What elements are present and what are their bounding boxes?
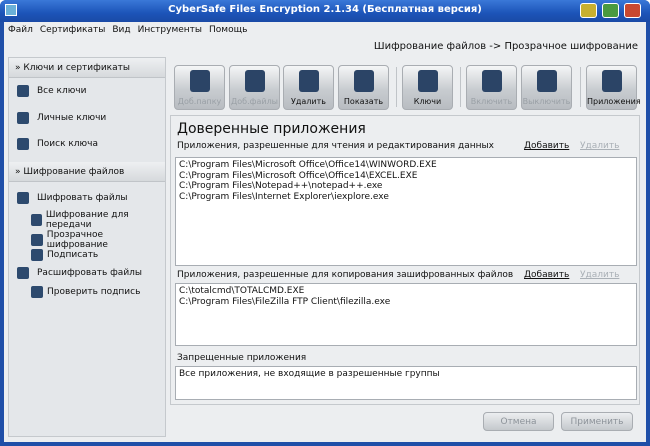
toolbar-separator xyxy=(580,67,581,107)
group3-list[interactable]: Все приложения, не входящие в разрешенны… xyxy=(175,366,637,400)
trusted-apps-panel: Доверенные приложения Приложения, разреш… xyxy=(170,115,640,405)
menu-bar: Файл Сертификаты Вид Инструменты Помощь xyxy=(8,25,247,35)
app-window: CyberSafe Files Encryption 2.1.34 (Беспл… xyxy=(0,0,650,446)
enable-button[interactable]: Включить xyxy=(466,65,517,110)
label: Личные ключи xyxy=(37,113,107,123)
menu-certificates[interactable]: Сертификаты xyxy=(40,25,105,35)
label: Доб.папку xyxy=(177,97,222,106)
group2-list[interactable]: C:\totalcmd\TOTALCMD.EXE C:\Program File… xyxy=(175,283,637,346)
toolbar-separator xyxy=(460,67,461,107)
label: Приложения xyxy=(587,97,641,106)
label: Ключи xyxy=(413,97,442,106)
group2-add-link[interactable]: Добавить xyxy=(524,270,569,280)
sidebar-item-decrypt-files[interactable]: Расшифровать файлы xyxy=(17,267,142,279)
sidebar-item-personal-keys[interactable]: Личные ключи xyxy=(17,112,106,124)
label: Включить xyxy=(470,97,513,106)
lock-icon xyxy=(482,70,502,92)
label: Проверить подпись xyxy=(47,287,141,297)
sidebar-item-all-keys[interactable]: Все ключи xyxy=(17,85,86,97)
list-item[interactable]: Все приложения, не входящие в разрешенны… xyxy=(179,369,633,380)
label: Шифровать файлы xyxy=(37,193,128,203)
menu-view[interactable]: Вид xyxy=(112,25,130,35)
client-area: Файл Сертификаты Вид Инструменты Помощь … xyxy=(4,22,646,442)
list-item[interactable]: C:\Program Files\Microsoft Office\Office… xyxy=(179,171,633,182)
title-bar: CyberSafe Files Encryption 2.1.34 (Беспл… xyxy=(0,0,650,22)
decrypt-icon xyxy=(17,267,29,279)
maximize-button[interactable] xyxy=(602,3,619,18)
add-files-button[interactable]: Доб.файлы xyxy=(229,65,280,110)
unlock-icon xyxy=(537,70,557,92)
list-item[interactable]: C:\totalcmd\TOTALCMD.EXE xyxy=(179,286,633,297)
list-item[interactable]: C:\Program Files\Microsoft Office\Office… xyxy=(179,160,633,171)
section-title: Ключи и сертификаты xyxy=(23,63,130,73)
breadcrumb: Шифрование файлов -> Прозрачное шифрован… xyxy=(373,41,638,52)
disable-button[interactable]: Выключить xyxy=(521,65,572,110)
verify-icon xyxy=(31,286,43,298)
group1-remove-link[interactable]: Удалить xyxy=(580,141,619,151)
sidebar-item-transparent-encryption[interactable]: Прозрачное шифрование xyxy=(31,230,165,250)
group2-remove-link[interactable]: Удалить xyxy=(580,270,619,280)
sidebar-item-sign[interactable]: Подписать xyxy=(31,249,98,261)
sidebar-item-encrypt-files[interactable]: Шифровать файлы xyxy=(17,192,128,204)
transfer-icon xyxy=(31,214,42,226)
label: Шифрование для передачи xyxy=(45,210,129,230)
sidebar: » Ключи и сертификаты Все ключи Личные к… xyxy=(8,57,166,437)
label: Показать xyxy=(343,97,384,106)
label: Прозрачное шифрование xyxy=(46,230,108,250)
label: Все ключи xyxy=(37,86,87,96)
list-item[interactable]: C:\Program Files\Notepad++\notepad++.exe xyxy=(179,181,633,192)
page-title: Доверенные приложения xyxy=(177,121,366,137)
label: Удалить xyxy=(291,97,326,106)
group1-label: Приложения, разрешенные для чтения и ред… xyxy=(177,141,494,151)
find-key-icon xyxy=(17,138,29,150)
window-title: CyberSafe Files Encryption 2.1.34 (Беспл… xyxy=(168,4,482,15)
apply-button[interactable]: Применить xyxy=(561,412,633,431)
folder-add-icon xyxy=(190,70,210,92)
key-icon xyxy=(17,85,29,97)
cancel-button[interactable]: Отмена xyxy=(483,412,554,431)
menu-help[interactable]: Помощь xyxy=(209,25,247,35)
minimize-button[interactable] xyxy=(580,3,597,18)
sidebar-section-encryption[interactable]: » Шифрование файлов xyxy=(9,162,165,182)
sidebar-item-find-key[interactable]: Поиск ключа xyxy=(17,138,98,150)
trash-icon xyxy=(299,70,319,92)
list-item[interactable]: C:\Program Files\Internet Explorer\iexpl… xyxy=(179,192,633,203)
label: Выключить xyxy=(522,97,571,106)
personal-key-icon xyxy=(17,112,29,124)
applications-button[interactable]: Приложения xyxy=(586,65,641,110)
sidebar-section-keys[interactable]: » Ключи и сертификаты xyxy=(9,58,165,78)
encrypt-icon xyxy=(17,192,29,204)
toolbar-separator xyxy=(396,67,397,107)
search-file-icon xyxy=(354,70,374,92)
group1-list[interactable]: C:\Program Files\Microsoft Office\Office… xyxy=(175,157,637,266)
key-add-icon xyxy=(418,70,438,92)
add-folder-button[interactable]: Доб.папку xyxy=(174,65,225,110)
keys-button[interactable]: Ключи xyxy=(402,65,453,110)
transparent-icon xyxy=(31,234,43,246)
label: Поиск ключа xyxy=(37,139,98,149)
sign-icon xyxy=(31,249,43,261)
sidebar-item-transfer-encryption[interactable]: Шифрование для передачи xyxy=(31,210,165,230)
group2-label: Приложения, разрешенные для копирования … xyxy=(177,270,514,280)
menu-file[interactable]: Файл xyxy=(8,25,33,35)
group3-label: Запрещенные приложения xyxy=(177,353,307,363)
files-add-icon xyxy=(245,70,265,92)
label: Доб.файлы xyxy=(231,97,278,106)
close-button[interactable] xyxy=(624,3,641,18)
section-title: Шифрование файлов xyxy=(23,167,125,177)
menu-tools[interactable]: Инструменты xyxy=(138,25,202,35)
label: Подписать xyxy=(47,250,99,260)
delete-button[interactable]: Удалить xyxy=(283,65,334,110)
list-item[interactable]: C:\Program Files\FileZilla FTP Client\fi… xyxy=(179,297,633,308)
sidebar-item-verify-signature[interactable]: Проверить подпись xyxy=(31,286,140,298)
show-button[interactable]: Показать xyxy=(338,65,389,110)
label: Расшифровать файлы xyxy=(37,268,143,278)
group1-add-link[interactable]: Добавить xyxy=(524,141,569,151)
applications-icon xyxy=(602,70,622,92)
